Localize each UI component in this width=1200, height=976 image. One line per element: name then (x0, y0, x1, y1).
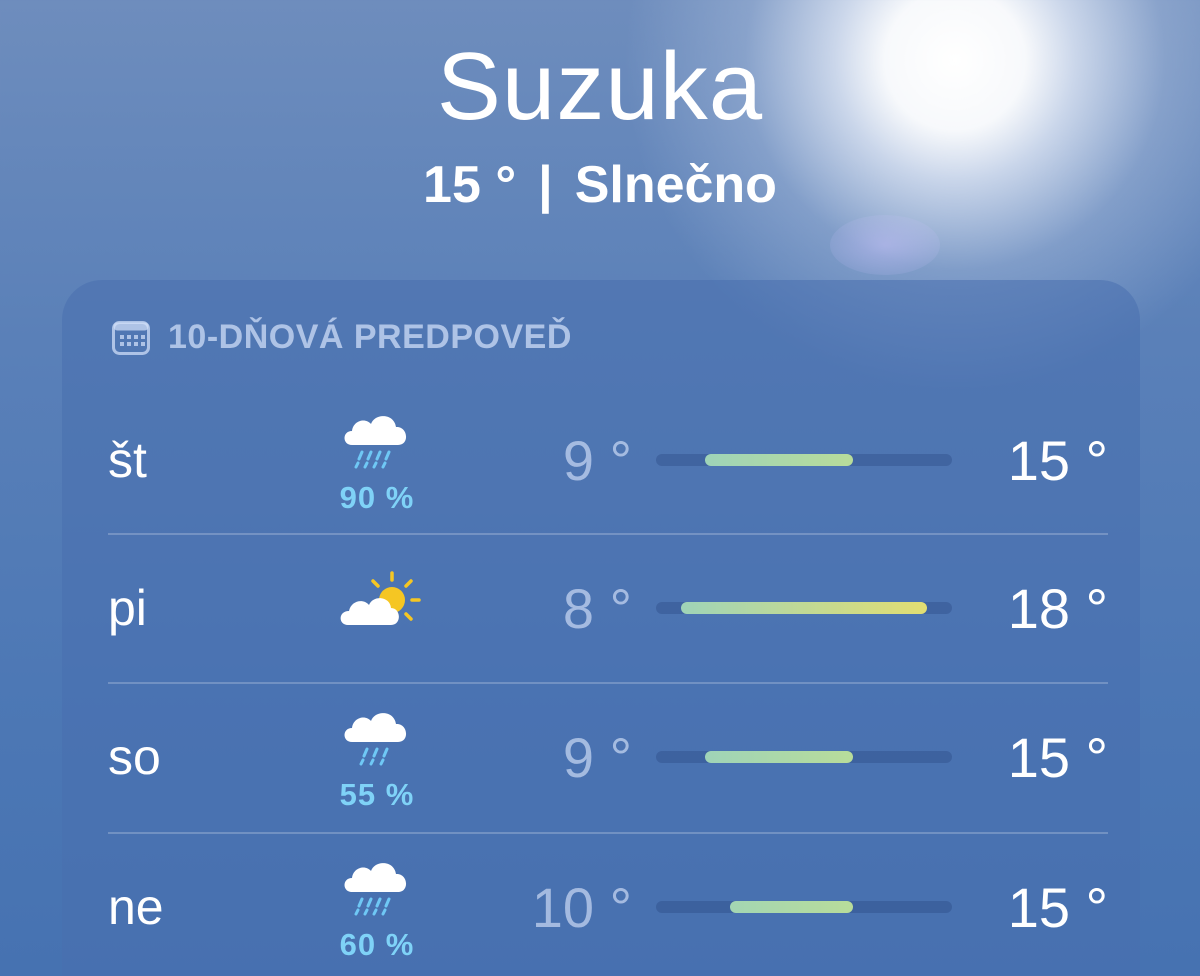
low-temperature: 8 ° (562, 576, 632, 640)
forecast-row[interactable]: št 90 % 9 ° 15 ° (108, 385, 1108, 535)
low-temperature: 10 ° (531, 875, 632, 939)
day-label: so (108, 729, 161, 785)
day-label: pi (108, 580, 147, 636)
cloud-rain-icon (344, 416, 407, 469)
temperature-range-bar (656, 454, 952, 466)
forecast-row[interactable]: so 55 % 9 ° 15 ° (108, 682, 1108, 832)
low-temperature: 9 ° (562, 428, 632, 492)
precipitation-chance: 55 % (339, 777, 415, 812)
day-label: ne (108, 879, 164, 935)
city-name: Suzuka (436, 33, 764, 140)
current-condition: Slnečno (574, 156, 777, 214)
cloud-rain-icon (344, 713, 407, 766)
ten-day-forecast-card[interactable]: 10-DŇOVÁ PREDPOVEĎ št 90 % 9 ° 15 ° pi 8… (62, 280, 1140, 976)
temperature-range-bar (656, 901, 952, 913)
day-label: št (108, 432, 147, 488)
high-temperature: 18 ° (1007, 576, 1108, 640)
partly-sunny-icon (340, 571, 421, 625)
lens-flare (830, 215, 940, 275)
temperature-range-bar (656, 751, 952, 763)
current-temperature: 15 ° (423, 156, 517, 214)
low-temperature: 9 ° (562, 725, 632, 789)
precipitation-chance: 60 % (339, 927, 415, 962)
precipitation-chance: 90 % (339, 480, 415, 515)
calendar-icon (112, 320, 150, 355)
forecast-row[interactable]: ne 60 % 10 ° 15 ° (108, 832, 1108, 976)
temperature-range-bar (656, 602, 952, 614)
high-temperature: 15 ° (1007, 725, 1108, 789)
temperature-range-fill (680, 602, 928, 614)
high-temperature: 15 ° (1007, 428, 1108, 492)
forecast-header-label: 10-DŇOVÁ PREDPOVEĎ (168, 318, 572, 356)
temperature-range-fill (730, 901, 854, 913)
conditions-separator: | (538, 156, 553, 214)
forecast-row[interactable]: pi 8 ° 18 ° (108, 533, 1108, 683)
temperature-range-fill (705, 751, 854, 763)
cloud-rain-icon (344, 863, 407, 916)
current-conditions: 15 ° | Slnečno (0, 152, 1200, 218)
forecast-header: 10-DŇOVÁ PREDPOVEĎ (112, 318, 572, 357)
high-temperature: 15 ° (1007, 875, 1108, 939)
temperature-range-fill (705, 454, 854, 466)
